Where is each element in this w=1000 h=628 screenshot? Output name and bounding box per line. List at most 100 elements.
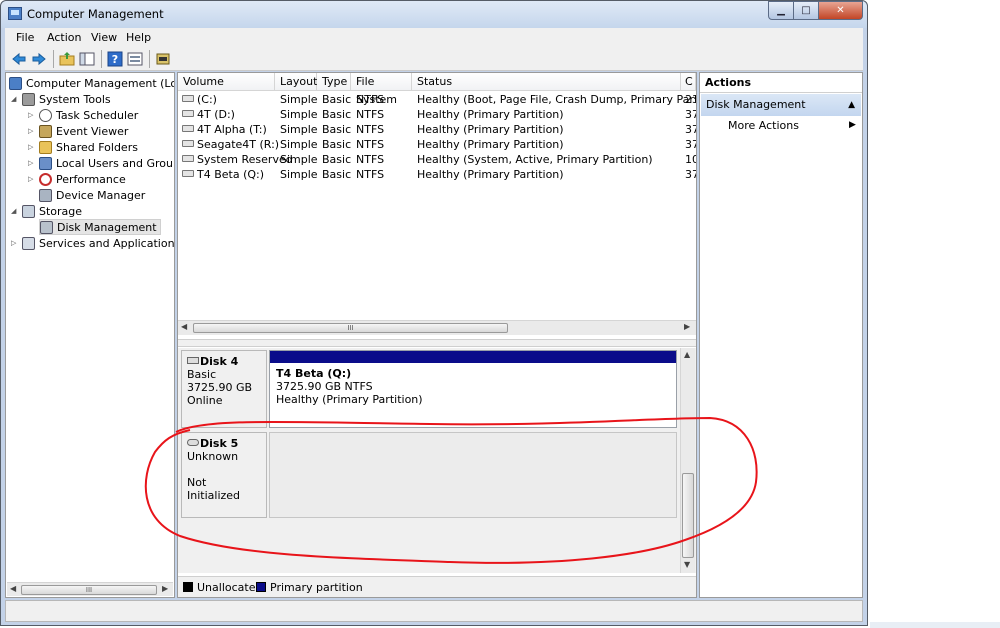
scrollbar-thumb[interactable] [682, 473, 694, 558]
partition-t4-beta[interactable]: T4 Beta (Q:) 3725.90 GB NTFS Healthy (Pr… [269, 350, 677, 428]
disk-4-label[interactable]: Disk 4 Basic 3725.90 GB Online [181, 350, 267, 428]
volume-cell: 23 [685, 92, 696, 107]
volume-cell: Simple [280, 92, 318, 107]
cell-text: Simple [280, 108, 318, 121]
disk-settings-icon[interactable] [155, 51, 171, 67]
scroll-left-icon[interactable]: ◀ [10, 584, 16, 593]
volume-list-horizontal-scrollbar[interactable]: ◀ III ▶ [178, 320, 696, 335]
menu-help[interactable]: Help [126, 31, 151, 44]
tree-item-computer-management[interactable]: Computer Management (Local) [9, 75, 174, 91]
volume-name-cell[interactable]: System Reserved [182, 152, 293, 167]
disk-type: Basic [187, 368, 217, 381]
tree-item-label: Device Manager [56, 188, 146, 202]
tree-item-shared-folders[interactable]: ▷ Shared Folders [28, 139, 138, 155]
window-title: Computer Management [27, 7, 164, 21]
tree-item-performance[interactable]: ▷ Performance [28, 171, 126, 187]
expander-icon[interactable]: ▷ [28, 127, 37, 135]
volume-icon [182, 95, 194, 102]
volume-name-cell[interactable]: Seagate4T (R:) [182, 137, 279, 152]
volume-name-cell[interactable]: T4 Beta (Q:) [182, 167, 264, 182]
collapse-up-icon[interactable]: ▲ [848, 94, 855, 116]
tree-item-services-and-applications[interactable]: ▷ Services and Applications [11, 235, 174, 251]
partition-name: T4 Beta (Q:) [276, 367, 352, 380]
shared-folder-icon [39, 140, 52, 154]
show-hide-tree-icon[interactable] [79, 51, 95, 67]
system-tools-icon [22, 92, 35, 106]
scrollbar-thumb[interactable]: III [193, 323, 508, 333]
volume-cell: Basic [322, 167, 351, 182]
forward-arrow-icon[interactable] [31, 51, 47, 67]
scroll-right-icon[interactable]: ▶ [162, 584, 168, 593]
tree-item-event-viewer[interactable]: ▷ Event Viewer [28, 123, 128, 139]
submenu-arrow-icon[interactable]: ▶ [849, 120, 856, 130]
maximize-button[interactable]: □ [794, 1, 819, 20]
volume-cell: Healthy (Primary Partition) [417, 122, 564, 137]
tree-item-device-manager[interactable]: Device Manager [39, 187, 145, 203]
pane-splitter[interactable] [178, 339, 696, 347]
menu-file[interactable]: File [16, 31, 34, 44]
disk-5-area[interactable] [269, 432, 677, 518]
volume-icon [182, 170, 194, 177]
volume-cell: Healthy (System, Active, Primary Partiti… [417, 152, 653, 167]
disk-graphical-view: Disk 4 Basic 3725.90 GB Online T4 Beta (… [178, 348, 696, 573]
column-header-capacity[interactable]: C [681, 73, 696, 91]
column-header-volume[interactable]: Volume [178, 73, 275, 91]
volume-cell: NTFS [356, 152, 384, 167]
actions-section-disk-management[interactable]: Disk Management ▲ [701, 94, 861, 116]
expander-icon[interactable]: ◢ [11, 95, 20, 103]
menu-bar: File Action View Help [5, 28, 863, 47]
tree-item-label: Disk Management [57, 220, 157, 234]
scroll-left-icon[interactable]: ◀ [181, 322, 187, 331]
volume-name-cell[interactable]: (C:) [182, 92, 217, 107]
tree-horizontal-scrollbar[interactable]: ◀ III ▶ [7, 582, 173, 596]
cell-text: 37 [685, 123, 696, 136]
scrollbar-thumb[interactable]: III [21, 585, 157, 595]
event-viewer-icon [39, 124, 52, 138]
tree-item-system-tools[interactable]: ◢ System Tools [11, 91, 111, 107]
tree-item-local-users-and-groups[interactable]: ▷ Local Users and Groups [28, 155, 174, 171]
expander-icon[interactable]: ◢ [11, 207, 20, 215]
more-actions-label: More Actions [728, 119, 799, 132]
properties-icon[interactable] [127, 51, 143, 67]
volume-cell: Healthy (Boot, Page File, Crash Dump, Pr… [417, 92, 696, 107]
up-folder-icon[interactable] [59, 51, 75, 67]
expander-icon[interactable]: ▷ [28, 111, 37, 119]
scroll-up-icon[interactable]: ▲ [684, 350, 690, 359]
help-icon[interactable]: ? [107, 51, 123, 67]
cell-text: 37 [685, 108, 696, 121]
menu-view[interactable]: View [91, 31, 117, 44]
disk-5-label[interactable]: Disk 5 Unknown Not Initialized [181, 432, 267, 518]
back-arrow-icon[interactable] [11, 51, 27, 67]
graph-vertical-scrollbar[interactable]: ▲ ▼ [680, 348, 695, 573]
more-actions-item[interactable]: More Actions [728, 119, 799, 132]
column-header-layout[interactable]: Layout [275, 73, 317, 91]
scroll-down-icon[interactable]: ▼ [684, 560, 690, 569]
volume-name-cell[interactable]: 4T Alpha (T:) [182, 122, 267, 137]
expander-icon[interactable]: ▷ [28, 143, 37, 151]
tree-item-storage[interactable]: ◢ Storage [11, 203, 82, 219]
services-icon [22, 236, 35, 250]
expander-icon[interactable]: ▷ [28, 175, 37, 183]
tree-item-label: Performance [56, 172, 126, 186]
toolbar-separator [101, 50, 102, 68]
menu-action[interactable]: Action [47, 31, 81, 44]
volume-list: Volume Layout Type File System Status C … [178, 73, 696, 338]
tree-item-label: Storage [39, 204, 83, 218]
scroll-right-icon[interactable]: ▶ [684, 322, 690, 331]
title-bar[interactable]: Computer Management ▁ □ ✕ [1, 1, 867, 28]
disk-name: Disk 5 [200, 437, 239, 450]
tree-item-task-scheduler[interactable]: ▷ Task Scheduler [28, 107, 138, 123]
close-button[interactable]: ✕ [819, 1, 863, 20]
column-header-file-system[interactable]: File System [351, 73, 412, 106]
cell-text: NTFS [356, 93, 385, 106]
column-header-status[interactable]: Status [412, 73, 681, 91]
column-header-type[interactable]: Type [317, 73, 351, 91]
volume-icon [182, 110, 194, 117]
expander-icon[interactable]: ▷ [11, 239, 20, 247]
partition-size: 3725.90 GB NTFS [276, 380, 373, 393]
expander-icon[interactable]: ▷ [28, 159, 37, 167]
cell-text: NTFS [356, 138, 385, 151]
volume-name-cell[interactable]: 4T (D:) [182, 107, 235, 122]
tree-item-disk-management[interactable]: Disk Management [39, 219, 161, 235]
minimize-button[interactable]: ▁ [768, 1, 794, 20]
